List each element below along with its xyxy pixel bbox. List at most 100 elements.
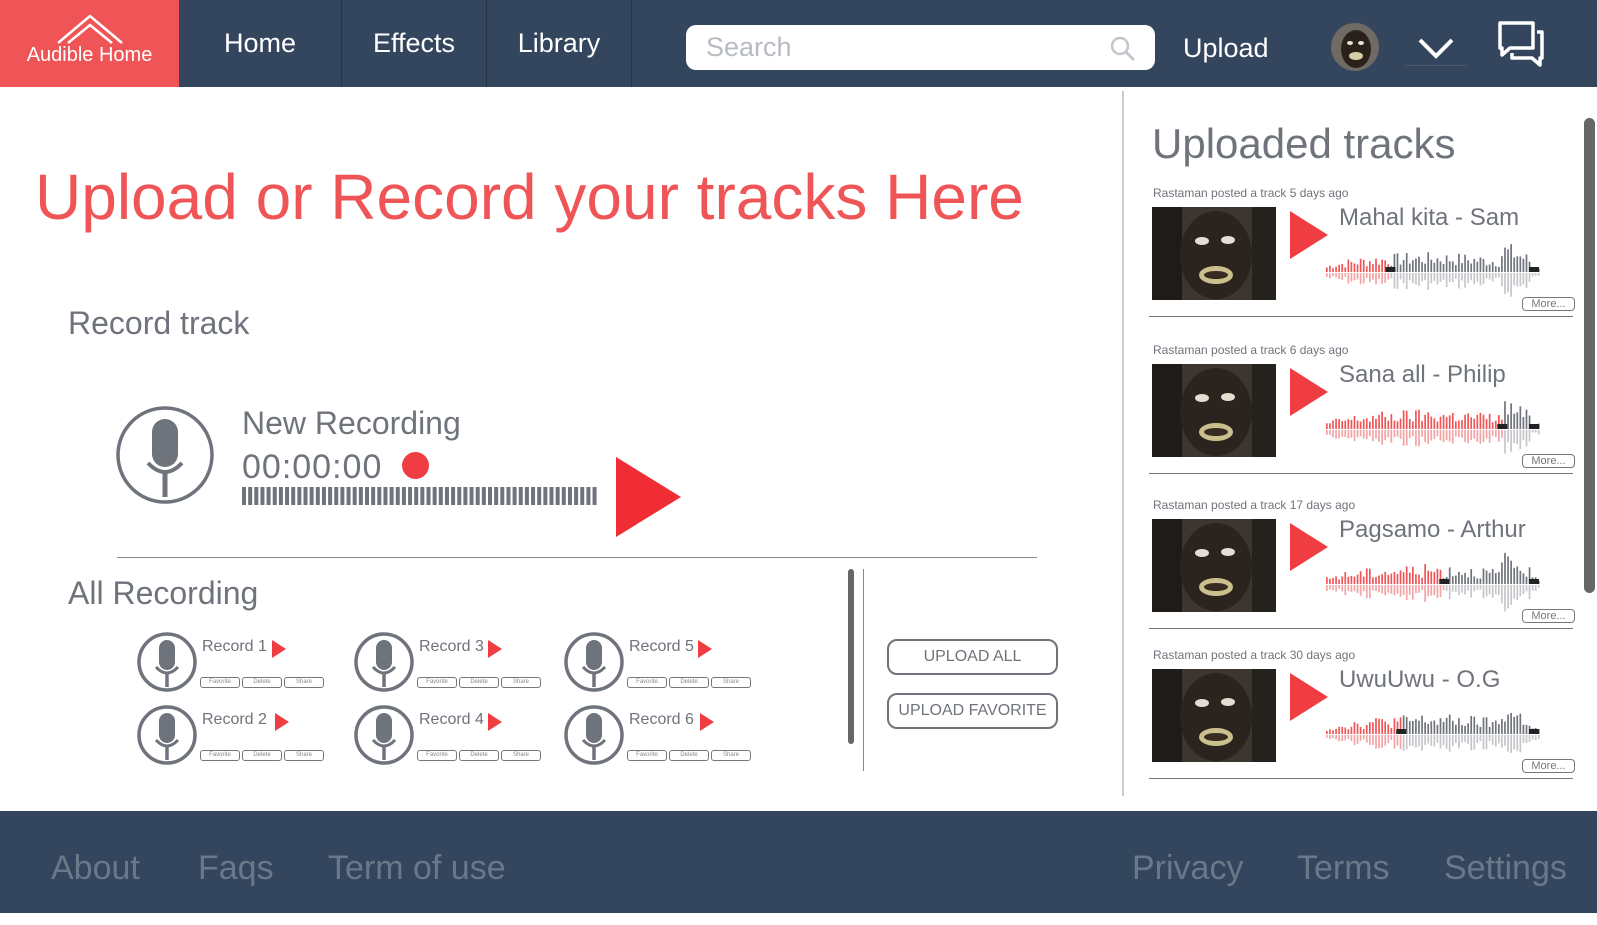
play-icon[interactable] — [616, 457, 681, 537]
more-button[interactable]: More... — [1522, 609, 1575, 623]
panel-scrollbar[interactable] — [1584, 118, 1595, 593]
search-icon[interactable] — [1109, 35, 1135, 61]
track-divider — [1149, 473, 1573, 474]
chevron-down-icon — [1418, 38, 1454, 59]
home-roof-icon — [57, 14, 123, 44]
more-button[interactable]: More... — [1522, 297, 1575, 311]
favorite-button[interactable]: Favorite — [417, 750, 457, 761]
recording-waveform — [242, 487, 597, 505]
footer-link-terms[interactable]: Terms — [1297, 811, 1390, 913]
record-item[interactable]: Record 3 Favorite Delete Share — [354, 632, 554, 694]
share-button[interactable]: Share — [711, 750, 751, 761]
favorite-button[interactable]: Favorite — [200, 750, 240, 761]
microphone-icon — [354, 632, 414, 692]
track-card[interactable]: Rastaman posted a track 17 days ago Pagsa… — [1149, 498, 1579, 648]
play-icon[interactable] — [272, 640, 286, 658]
delete-button[interactable]: Delete — [669, 750, 709, 761]
avatar[interactable] — [1331, 23, 1379, 71]
favorite-button[interactable]: Favorite — [627, 750, 667, 761]
track-title: Mahal kita - Sam — [1339, 204, 1520, 231]
play-icon[interactable] — [1290, 211, 1328, 259]
play-icon[interactable] — [1290, 523, 1328, 571]
track-card[interactable]: Rastaman posted a track 5 days ago Mahal … — [1149, 186, 1579, 336]
track-divider — [1149, 628, 1573, 629]
play-icon[interactable] — [488, 640, 502, 658]
favorite-button[interactable]: Favorite — [417, 677, 457, 688]
section-divider — [117, 557, 1037, 558]
track-title: Sana all - Philip — [1339, 361, 1506, 388]
microphone-icon[interactable] — [115, 405, 215, 505]
record-name: Record 3 — [419, 638, 484, 655]
play-icon[interactable] — [275, 713, 289, 731]
track-posted-info: Rastaman posted a track 6 days ago — [1153, 343, 1349, 357]
top-nav-bar: Audible Home Home Effects Library Upload — [0, 0, 1597, 87]
track-posted-info: Rastaman posted a track 30 days ago — [1153, 648, 1356, 662]
track-thumbnail[interactable] — [1152, 364, 1276, 457]
play-icon[interactable] — [700, 713, 714, 731]
record-dot-icon[interactable] — [402, 452, 429, 479]
track-divider — [1149, 778, 1573, 779]
recordings-scrollbar[interactable] — [848, 569, 854, 744]
track-waveform[interactable] — [1326, 548, 1541, 616]
share-button[interactable]: Share — [284, 750, 324, 761]
favorite-button[interactable]: Favorite — [627, 677, 667, 688]
microphone-icon — [564, 632, 624, 692]
track-divider — [1149, 316, 1573, 317]
track-waveform[interactable] — [1326, 236, 1541, 304]
footer-link-faqs[interactable]: Faqs — [198, 811, 274, 913]
footer-link-privacy[interactable]: Privacy — [1132, 811, 1243, 913]
upload-link[interactable]: Upload — [1183, 0, 1269, 95]
nav-home[interactable]: Home — [179, 0, 342, 87]
track-posted-info: Rastaman posted a track 5 days ago — [1153, 186, 1349, 200]
footer-link-about[interactable]: About — [51, 811, 140, 913]
record-item[interactable]: Record 4 Favorite Delete Share — [354, 705, 554, 767]
upload-all-button[interactable]: UPLOAD ALL — [887, 639, 1058, 675]
track-waveform[interactable] — [1326, 698, 1541, 766]
track-thumbnail[interactable] — [1152, 669, 1276, 762]
play-icon[interactable] — [698, 640, 712, 658]
record-item[interactable]: Record 2 Favorite Delete Share — [137, 705, 337, 767]
record-name: Record 1 — [202, 638, 267, 655]
delete-button[interactable]: Delete — [242, 677, 282, 688]
search-input[interactable] — [706, 25, 1086, 70]
share-button[interactable]: Share — [284, 677, 324, 688]
account-menu-toggle[interactable] — [1405, 30, 1467, 66]
track-thumbnail[interactable] — [1152, 207, 1276, 300]
play-icon[interactable] — [1290, 368, 1328, 416]
chat-icon[interactable] — [1497, 20, 1545, 68]
track-title: Pagsamo - Arthur — [1339, 516, 1526, 543]
more-button[interactable]: More... — [1522, 759, 1575, 773]
delete-button[interactable]: Delete — [669, 677, 709, 688]
more-button[interactable]: More... — [1522, 454, 1575, 468]
record-item[interactable]: Record 5 Favorite Delete Share — [564, 632, 764, 694]
footer: About Faqs Term of use Privacy Terms Set… — [0, 811, 1597, 913]
footer-link-settings[interactable]: Settings — [1444, 811, 1567, 913]
track-card[interactable]: Rastaman posted a track 6 days ago Sana a… — [1149, 343, 1579, 493]
logo[interactable]: Audible Home — [0, 0, 179, 87]
record-item[interactable]: Record 6 Favorite Delete Share — [564, 705, 764, 767]
delete-button[interactable]: Delete — [459, 750, 499, 761]
play-icon[interactable] — [1290, 673, 1328, 721]
track-waveform[interactable] — [1326, 393, 1541, 461]
nav-effects[interactable]: Effects — [342, 0, 487, 87]
recording-timer: 00:00:00 — [242, 448, 383, 486]
track-title: UwuUwu - O.G — [1339, 666, 1501, 693]
delete-button[interactable]: Delete — [459, 677, 499, 688]
nav-library[interactable]: Library — [487, 0, 632, 87]
share-button[interactable]: Share — [711, 677, 751, 688]
delete-button[interactable]: Delete — [242, 750, 282, 761]
uploaded-tracks-heading: Uploaded tracks — [1152, 120, 1456, 167]
footer-link-terms-of-use[interactable]: Term of use — [328, 811, 506, 913]
all-recording-heading: All Recording — [68, 575, 259, 611]
favorite-button[interactable]: Favorite — [200, 677, 240, 688]
track-posted-info: Rastaman posted a track 17 days ago — [1153, 498, 1356, 512]
record-name: Record 2 — [202, 711, 267, 728]
share-button[interactable]: Share — [501, 750, 541, 761]
record-item[interactable]: Record 1 Favorite Delete Share — [137, 632, 337, 694]
record-name: Record 6 — [629, 711, 694, 728]
track-card[interactable]: Rastaman posted a track 30 days ago UwuUw… — [1149, 648, 1579, 798]
upload-favorite-button[interactable]: UPLOAD FAVORITE — [887, 693, 1058, 729]
share-button[interactable]: Share — [501, 677, 541, 688]
play-icon[interactable] — [488, 713, 502, 731]
track-thumbnail[interactable] — [1152, 519, 1276, 612]
